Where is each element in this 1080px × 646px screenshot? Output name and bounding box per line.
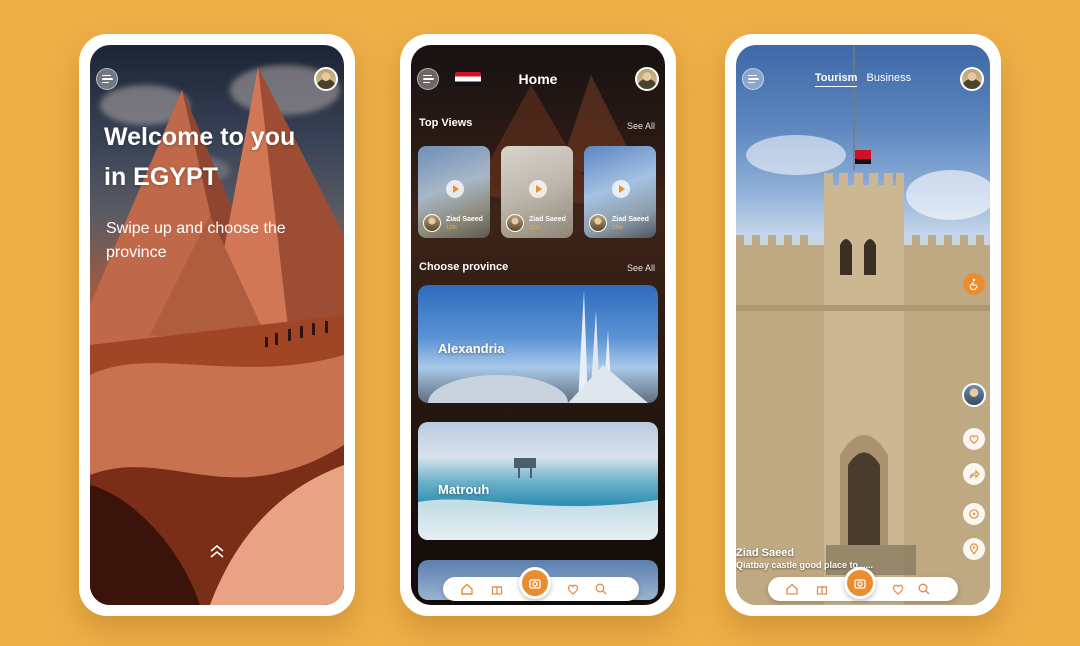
menu-icon [101,74,111,77]
home-icon[interactable] [459,581,475,597]
location-button[interactable] [963,538,985,560]
bottom-nav [768,567,958,601]
share-button[interactable] [963,463,985,485]
video-card[interactable]: Ziad Saeed 120k [501,146,573,238]
search-icon[interactable] [593,581,609,597]
citadel-background [736,45,990,605]
menu-button[interactable] [96,68,118,90]
welcome-subtitle: Swipe up and choose the province [106,220,286,261]
video-views: 120k [529,225,540,231]
choose-province-title: Choose province [419,261,509,273]
home-phone: Home Top Views See All Ziad Saeed 120k Z… [400,34,676,616]
video-card[interactable]: Ziad Saeed 120k [584,146,656,238]
page-title: Home [518,71,558,87]
post-author[interactable]: Ziad Saeed [736,547,794,559]
welcome-phone: Welcome to you in EGYPT Swipe up and cho… [79,34,355,616]
video-author: Ziad Saeed [529,216,566,223]
video-author: Ziad Saeed [446,216,483,223]
video-views: 120k [612,225,623,231]
tab-bar: Tourism Business [736,72,990,87]
avatar [589,214,607,232]
detail-phone: Tourism Business Ziad Saeed Qiatbay cast… [725,34,1001,616]
province-card-alexandria[interactable]: Alexandria [418,285,658,403]
citadel-illustration [736,45,990,605]
top-views-see-all-link[interactable]: See All [627,121,655,131]
camera-button[interactable] [519,567,551,599]
top-views-title: Top Views [419,117,473,129]
camera-icon [854,579,866,589]
play-icon[interactable] [446,180,464,198]
chevron-up-icon[interactable] [208,543,226,561]
home-icon[interactable] [784,581,800,597]
tab-tourism[interactable]: Tourism [814,72,858,87]
heart-icon[interactable] [565,581,581,597]
avatar[interactable] [314,67,338,91]
tab-business[interactable]: Business [867,72,912,86]
video-views: 120k [446,225,457,231]
gift-icon[interactable] [489,581,505,597]
location-icon [969,543,979,555]
detail-screen: Tourism Business Ziad Saeed Qiatbay cast… [736,45,990,605]
video-author: Ziad Saeed [612,216,649,223]
province-name: Matrouh [438,482,490,497]
avatar [506,214,524,232]
avatar [423,214,441,232]
accessibility-icon [969,278,978,290]
share-icon [969,469,980,479]
heart-icon [969,435,979,444]
gift-icon[interactable] [814,581,830,597]
play-icon[interactable] [529,180,547,198]
author-avatar[interactable] [962,383,986,407]
comment-button[interactable] [963,503,985,525]
video-card[interactable]: Ziad Saeed 120k [418,146,490,238]
heart-icon[interactable] [890,581,906,597]
province-see-all-link[interactable]: See All [627,263,655,273]
camera-icon [529,579,541,589]
welcome-screen: Welcome to you in EGYPT Swipe up and cho… [90,45,344,605]
welcome-title: Welcome to you in EGYPT [104,123,296,191]
accessibility-button[interactable] [963,273,985,295]
camera-button[interactable] [844,567,876,599]
avatar[interactable] [960,67,984,91]
province-name: Alexandria [438,341,505,356]
like-button[interactable] [963,428,985,450]
comment-icon [969,509,979,519]
bottom-nav [443,567,639,601]
home-screen: Home Top Views See All Ziad Saeed 120k Z… [411,45,665,605]
avatar[interactable] [635,67,659,91]
province-card-matrouh[interactable]: Matrouh [418,422,658,540]
play-icon[interactable] [612,180,630,198]
search-icon[interactable] [916,581,932,597]
